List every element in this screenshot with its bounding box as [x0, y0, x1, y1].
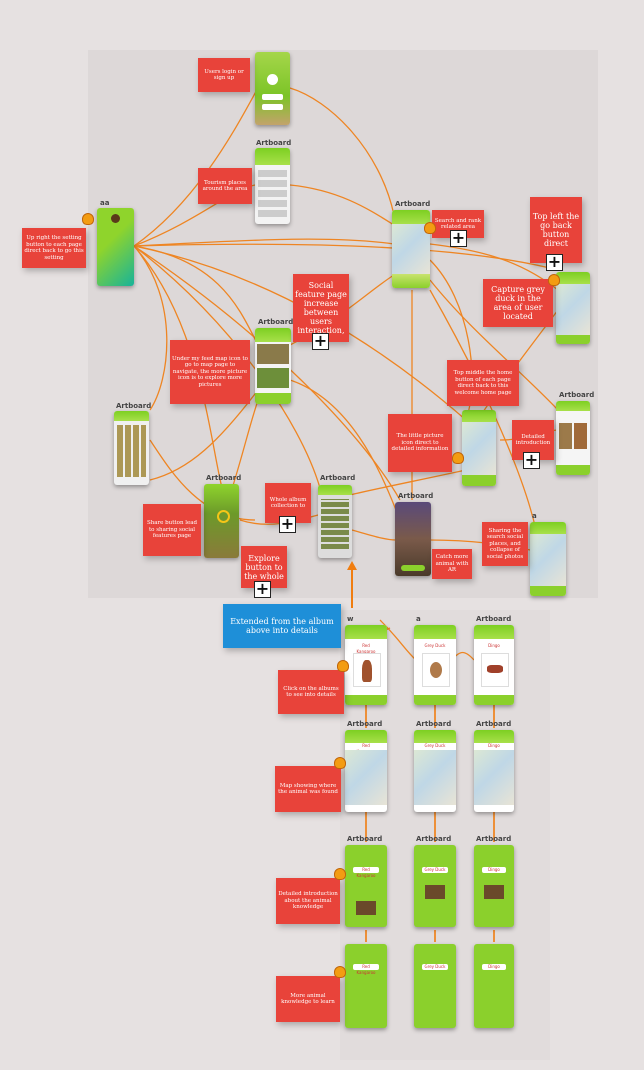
expand-plus-icon[interactable]: +	[546, 254, 563, 271]
note-detailed-introduction: Detailed introduction about the animal k…	[276, 878, 340, 924]
note-tourism: Tourism places around the area	[198, 168, 252, 204]
artboard-label: a	[532, 512, 537, 520]
artboard-settings-sidebar[interactable]	[97, 208, 134, 286]
artboard-ar-catch[interactable]	[395, 502, 431, 576]
animal-name-pill: Dingo	[482, 643, 506, 649]
artboard-share[interactable]	[204, 484, 239, 558]
artboard-dingo-knowledge[interactable]: Dingo	[474, 944, 514, 1028]
artboard-label: Artboard	[258, 318, 294, 326]
artboard-duck-map[interactable]: Grey Duck	[414, 730, 456, 812]
artboard-label: Artboard	[256, 139, 292, 147]
note-feed-map: Under my feed map icon to go to map page…	[170, 340, 250, 404]
artboard-label: aa	[100, 199, 110, 207]
animal-name-pill: Red Kangaroo	[353, 867, 379, 878]
pointer-hand-icon	[334, 757, 346, 769]
animal-name-pill: Grey Duck	[422, 867, 448, 873]
pointer-hand-icon	[337, 660, 349, 672]
note-more-knowledge: More animal knowledge to learn	[276, 976, 340, 1022]
artboard-little-picture-map[interactable]	[462, 410, 496, 486]
artboard-label: Artboard	[347, 835, 383, 843]
artboard-photo-grid[interactable]	[114, 411, 149, 485]
pointer-hand-icon	[424, 222, 436, 234]
artboard-label: Artboard	[416, 720, 452, 728]
artboard-dingo-map[interactable]: Dingo	[474, 730, 514, 812]
note-share: Share button lead to sharing social feat…	[143, 504, 201, 556]
artboard-label: Artboard	[476, 720, 512, 728]
pointer-hand-icon	[334, 966, 346, 978]
expand-plus-icon[interactable]: +	[312, 333, 329, 350]
expand-plus-icon[interactable]: +	[450, 230, 467, 247]
artboard-dingo-intro[interactable]: Dingo	[474, 845, 514, 927]
animal-name-pill: Grey Duck	[422, 743, 448, 749]
artboard-dingo-album[interactable]: Dingo	[474, 625, 514, 705]
artboard-duck-album[interactable]: Grey Duck	[414, 625, 456, 705]
artboard-label: Artboard	[347, 720, 383, 728]
artboard-label: Artboard	[476, 615, 512, 623]
note-map-showing: Map showing where the animal was found	[275, 766, 341, 812]
artboard-social-feed[interactable]	[255, 328, 291, 404]
artboard-tourism-list[interactable]	[255, 148, 290, 224]
artboard-label: a	[416, 615, 421, 623]
animal-name-pill: Dingo	[482, 964, 506, 970]
artboard-detailed-intro[interactable]	[556, 401, 590, 475]
artboard-label: Artboard	[395, 200, 431, 208]
artboard-label: w	[347, 615, 354, 623]
artboard-label: Artboard	[398, 492, 434, 500]
animal-name-pill: Red Kangaroo	[353, 964, 379, 975]
expand-plus-icon[interactable]: +	[279, 516, 296, 533]
animal-name-pill: Grey Duck	[422, 964, 448, 970]
note-catch-ar: Catch more animal with AR	[432, 549, 472, 579]
artboard-label: Artboard	[116, 402, 152, 410]
artboard-album-grid[interactable]	[318, 485, 352, 558]
artboard-kangaroo-map[interactable]: Red Kangaroo	[345, 730, 387, 812]
animal-name-pill: Grey Duck	[422, 643, 448, 649]
pointer-hand-icon	[82, 213, 94, 225]
artboard-kangaroo-intro[interactable]: Red Kangaroo	[345, 845, 387, 927]
artboard-label: Artboard	[559, 391, 595, 399]
note-home-button: Top middle the home button of each page …	[447, 360, 519, 406]
animal-name-pill: Red Kangaroo	[353, 643, 379, 654]
animal-name-pill: Red Kangaroo	[353, 743, 379, 754]
note-login: Users login or sign up	[198, 58, 250, 92]
arrow-up-icon	[347, 561, 357, 570]
animal-name-pill: Dingo	[482, 743, 506, 749]
artboard-label: Artboard	[320, 474, 356, 482]
note-click-album: Click on the albums to see into details	[278, 670, 344, 714]
animal-name-pill: Dingo	[482, 867, 506, 873]
artboard-social-sharing[interactable]	[530, 522, 566, 596]
pointer-hand-icon	[452, 452, 464, 464]
note-sidebar-setting: Up right the setting button to each page…	[22, 228, 86, 268]
expand-plus-icon[interactable]: +	[254, 581, 271, 598]
artboard-login[interactable]	[255, 52, 290, 125]
note-extended-details: Extended from the album above into detai…	[223, 604, 341, 648]
artboard-duck-knowledge[interactable]: Grey Duck	[414, 944, 456, 1028]
note-sharing-social: Sharing the search social places, and co…	[482, 522, 528, 566]
pointer-hand-icon	[334, 868, 346, 880]
artboard-kangaroo-knowledge[interactable]: Red Kangaroo	[345, 944, 387, 1028]
artboard-kangaroo-album[interactable]: Red Kangaroo	[345, 625, 387, 705]
artboard-label: Artboard	[416, 835, 452, 843]
pointer-hand-icon	[548, 274, 560, 286]
flow-diagram-canvas: aa Artboard Artboard Artboard Artboard A…	[0, 0, 644, 1070]
artboard-label: Artboard	[476, 835, 512, 843]
note-little-picture: The little picture icon direct to detail…	[388, 414, 452, 472]
artboard-home-map[interactable]	[392, 210, 430, 288]
artboard-capture-map[interactable]	[556, 272, 590, 344]
note-capture: Capture grey duck in the area of user lo…	[483, 279, 553, 327]
expand-plus-icon[interactable]: +	[523, 452, 540, 469]
artboard-label: Artboard	[206, 474, 242, 482]
artboard-duck-intro[interactable]: Grey Duck	[414, 845, 456, 927]
